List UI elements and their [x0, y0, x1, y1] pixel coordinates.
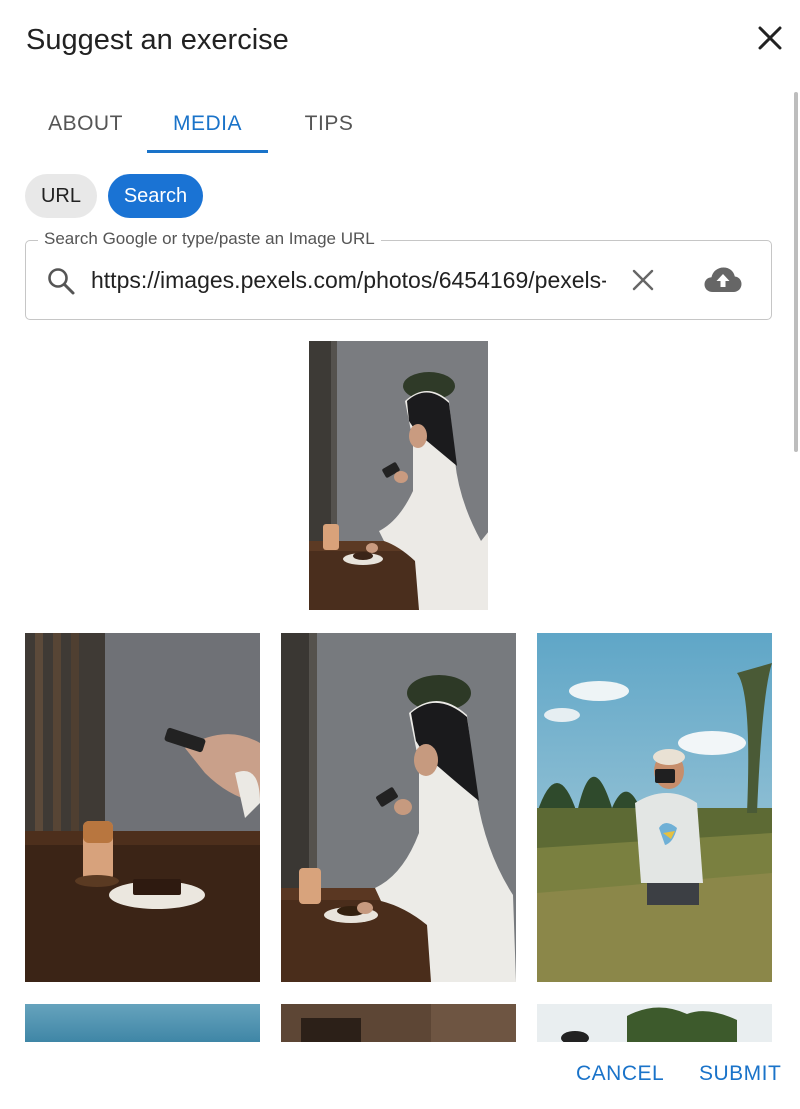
result-thumbnail-6[interactable]: [281, 1004, 516, 1042]
field-label: Search Google or type/paste an Image URL: [38, 229, 381, 249]
cloud-upload-icon: [704, 267, 742, 292]
image-results-grid: [0, 330, 790, 1042]
man-camera-field-photo: [537, 633, 772, 982]
result-thumbnail-1[interactable]: [309, 341, 488, 610]
woman-phone-photo-wide: [281, 633, 516, 982]
interior-photo: [281, 1004, 516, 1042]
sky-photo: [25, 1004, 260, 1042]
clear-button[interactable]: [626, 263, 660, 297]
cancel-button[interactable]: CANCEL: [576, 1062, 664, 1086]
upload-button[interactable]: [702, 261, 744, 299]
dialog-title: Suggest an exercise: [26, 24, 289, 56]
tab-media[interactable]: MEDIA: [147, 96, 268, 152]
result-thumbnail-3[interactable]: [281, 633, 516, 982]
close-icon: [758, 26, 782, 50]
close-button[interactable]: [752, 20, 788, 56]
outdoor-tree-photo: [537, 1004, 772, 1042]
result-thumbnail-5[interactable]: [25, 1004, 260, 1042]
search-input[interactable]: [91, 261, 606, 299]
active-tab-indicator: [147, 150, 268, 153]
result-thumbnail-2[interactable]: [25, 633, 260, 982]
woman-phone-photo: [309, 341, 488, 610]
submit-button[interactable]: SUBMIT: [699, 1062, 781, 1086]
image-search-field: Search Google or type/paste an Image URL: [25, 229, 772, 320]
search-icon: [48, 268, 75, 295]
search-chip[interactable]: Search: [108, 174, 203, 218]
tab-about[interactable]: ABOUT: [24, 96, 147, 152]
tab-bar: ABOUT MEDIA TIPS: [24, 96, 384, 154]
dialog-actions: CANCEL SUBMIT: [0, 1042, 800, 1109]
scrollbar[interactable]: [794, 92, 798, 452]
tab-tips[interactable]: TIPS: [268, 96, 390, 152]
result-thumbnail-4[interactable]: [537, 633, 772, 982]
suggest-exercise-dialog: Suggest an exercise ABOUT MEDIA TIPS URL…: [0, 0, 800, 1109]
url-chip[interactable]: URL: [25, 174, 97, 218]
coffee-cake-photo: [25, 633, 260, 982]
clear-icon: [632, 269, 654, 291]
result-thumbnail-7[interactable]: [537, 1004, 772, 1042]
